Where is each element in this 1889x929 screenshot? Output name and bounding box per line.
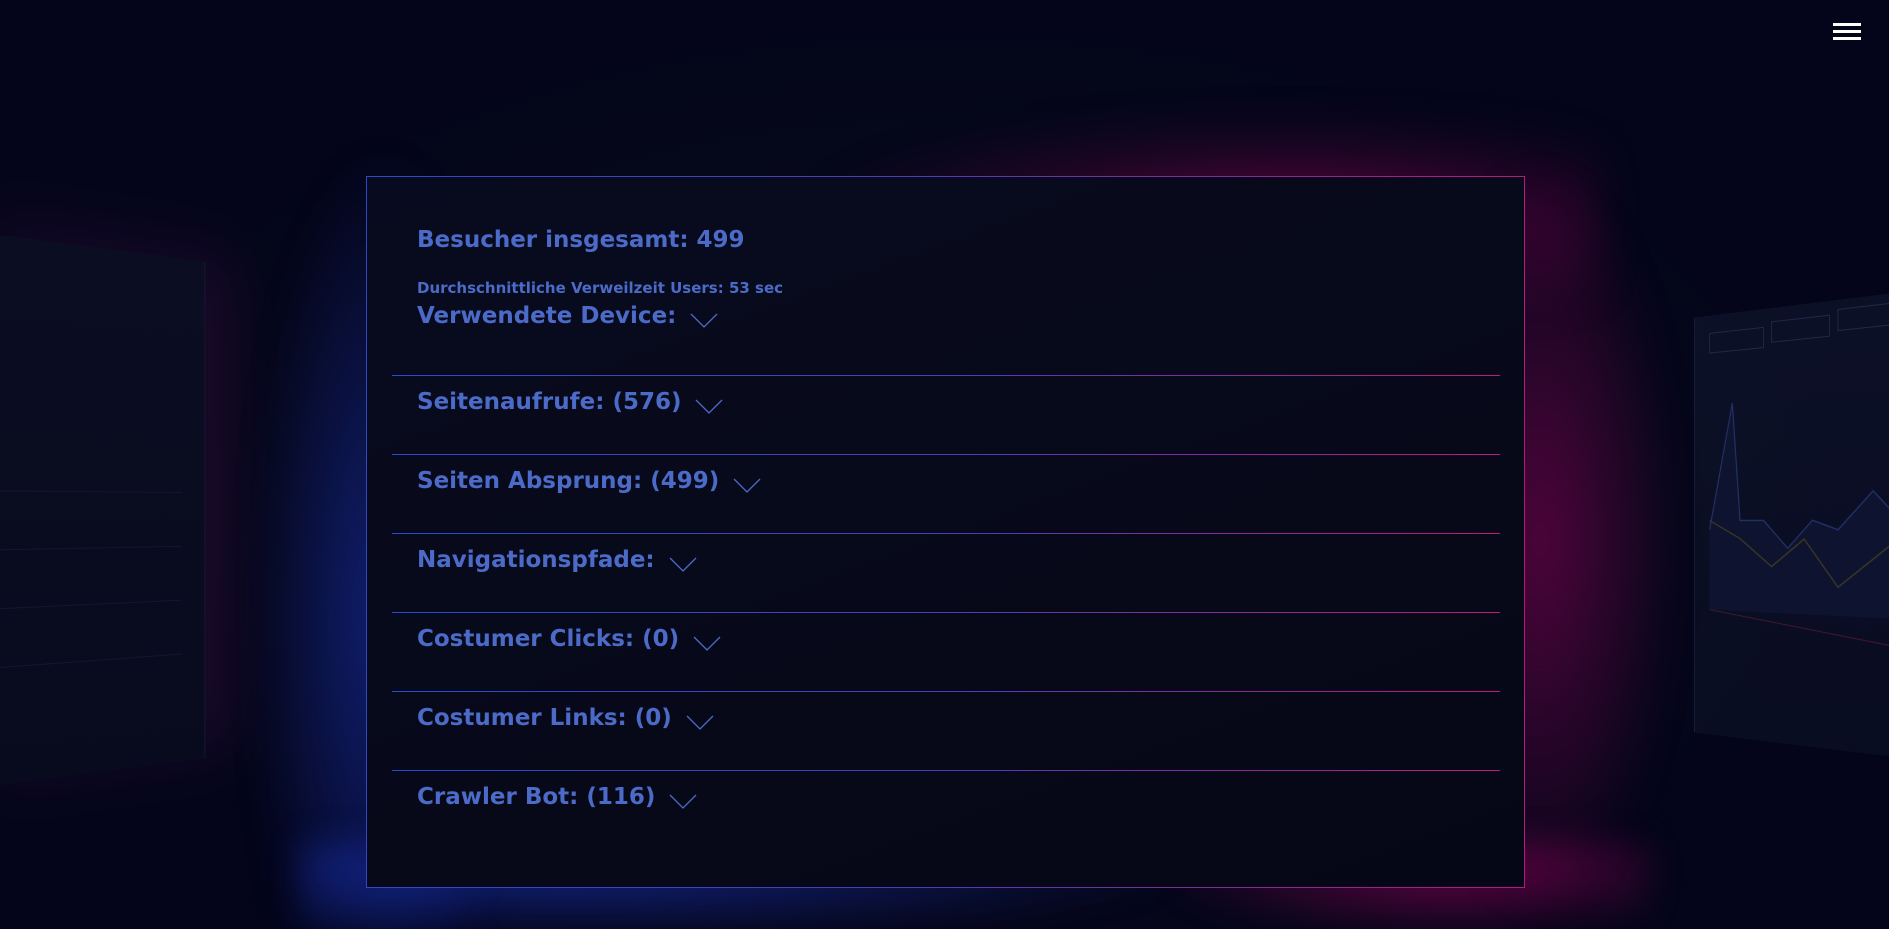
stats-summary: Besucher insgesamt: 499 Durchschnittlich… <box>417 227 783 297</box>
accordion-list: Verwendete Device: Seitenaufrufe: (576) <box>392 303 1500 850</box>
chevron-down-icon[interactable] <box>690 313 718 329</box>
accordion-label: Navigationspfade: <box>417 547 655 573</box>
page-background: Besucher insgesamt: 499 Durchschnittlich… <box>0 0 1889 929</box>
accordion-label: Seiten Absprung: (499) <box>417 468 720 494</box>
chevron-down-icon[interactable] <box>669 794 697 810</box>
accordion-label: Verwendete Device: <box>417 303 677 329</box>
chevron-down-icon[interactable] <box>695 399 723 415</box>
chevron-down-icon[interactable] <box>686 715 714 731</box>
accordion-label: Seitenaufrufe: (576) <box>417 389 682 415</box>
accordion-label: Crawler Bot: (116) <box>417 784 656 810</box>
average-time: Durchschnittliche Verweilzeit Users: 53 … <box>417 279 784 297</box>
accordion-bounces[interactable]: Seiten Absprung: (499) <box>392 455 1500 534</box>
accordion-label: Costumer Links: (0) <box>417 705 672 731</box>
accordion-crawler-bot[interactable]: Crawler Bot: (116) <box>392 771 1500 850</box>
accordion-navigation-paths[interactable]: Navigationspfade: <box>392 534 1500 613</box>
accordion-devices[interactable]: Verwendete Device: <box>392 303 1500 376</box>
hamburger-menu-icon[interactable] <box>1833 20 1863 44</box>
total-visitors: Besucher insgesamt: 499 <box>417 227 745 253</box>
accordion-customer-links[interactable]: Costumer Links: (0) <box>392 692 1500 771</box>
accordion-page-views[interactable]: Seitenaufrufe: (576) <box>392 376 1500 455</box>
background-monitor-left <box>0 230 206 790</box>
accordion-customer-clicks[interactable]: Costumer Clicks: (0) <box>392 613 1500 692</box>
statistics-panel: Besucher insgesamt: 499 Durchschnittlich… <box>366 176 1525 888</box>
chevron-down-icon[interactable] <box>669 557 697 573</box>
chevron-down-icon[interactable] <box>733 478 761 494</box>
background-monitor-right <box>1694 290 1889 760</box>
chevron-down-icon[interactable] <box>693 636 721 652</box>
accordion-label: Costumer Clicks: (0) <box>417 626 680 652</box>
